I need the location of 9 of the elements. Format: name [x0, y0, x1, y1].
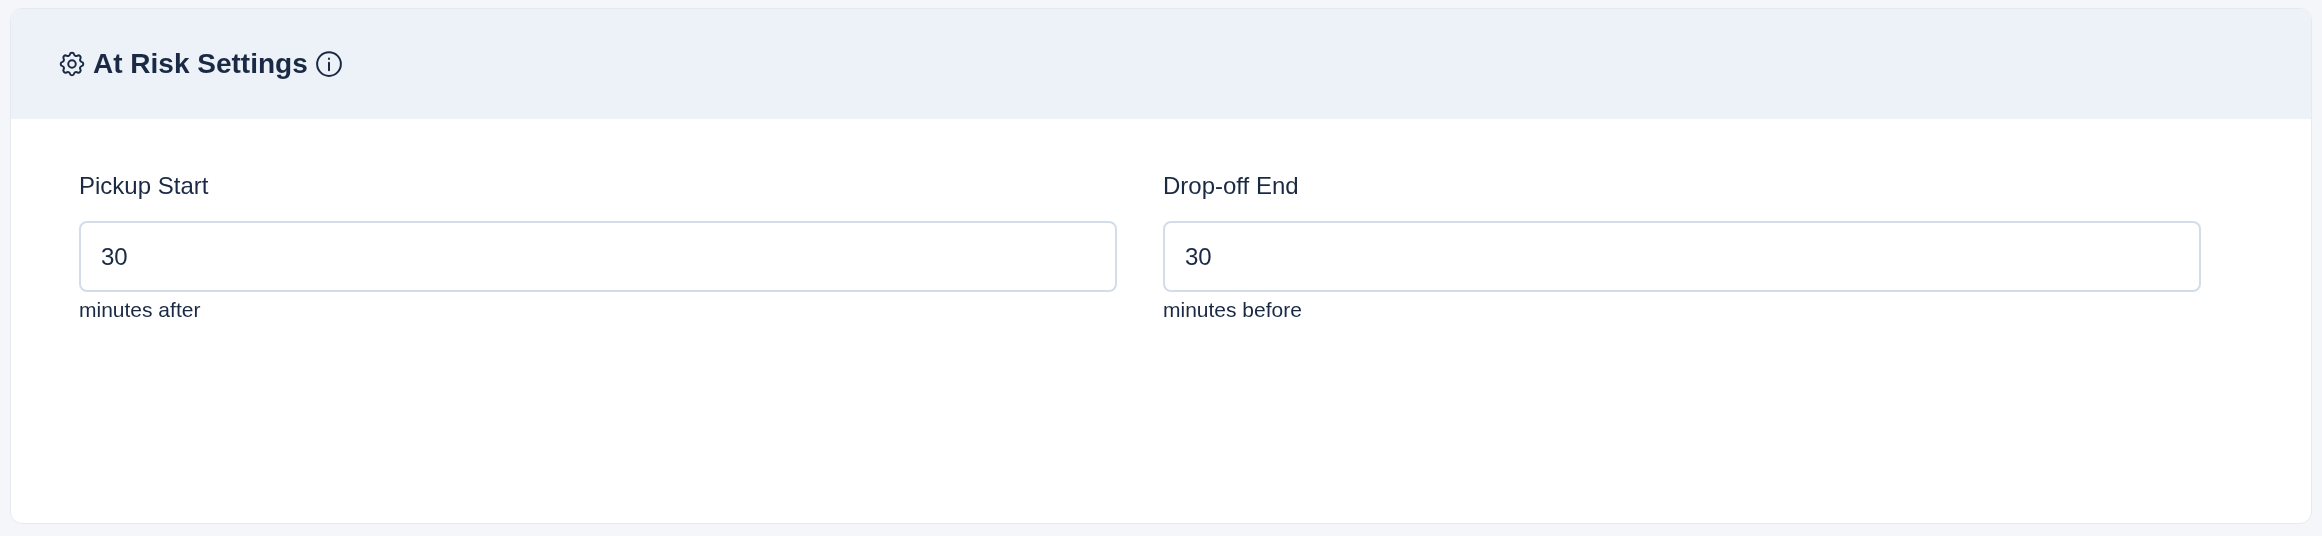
field-label: Pickup Start [79, 171, 210, 201]
field-hint: minutes before [1163, 297, 1303, 323]
field-label: Drop-off End [1163, 171, 1300, 201]
settings-icon [57, 49, 87, 79]
info-icon[interactable] [313, 49, 344, 79]
field-hint: minutes after [79, 297, 202, 323]
card-title: At Risk Settings [93, 47, 308, 81]
input-field[interactable]: 30 [79, 221, 1117, 292]
input-field[interactable]: 30 [1163, 221, 2201, 292]
